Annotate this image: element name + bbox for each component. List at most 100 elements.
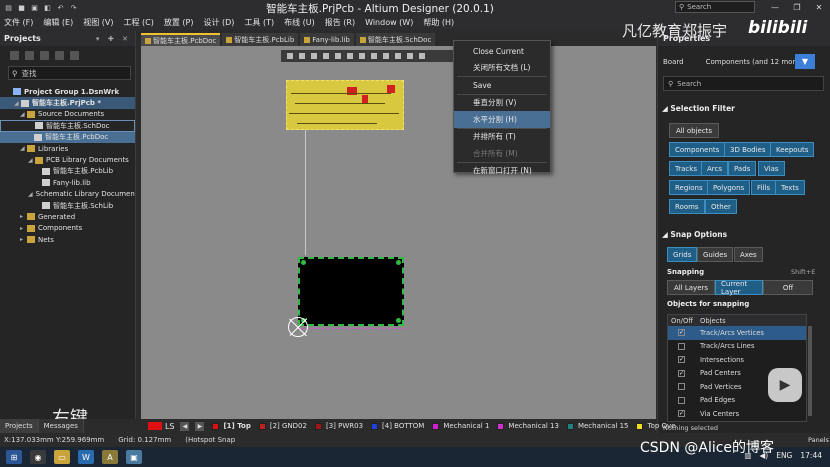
app-icon[interactable]: ▣ — [126, 450, 142, 464]
table-row[interactable]: ✓ Track/Arcs Vertices — [668, 326, 806, 340]
place-component-icon[interactable] — [335, 53, 341, 59]
tree-item[interactable]: ▸ Components — [0, 223, 135, 234]
place-text-icon[interactable] — [395, 53, 401, 59]
collapse-arrow-icon[interactable]: ◢ — [28, 191, 33, 198]
section-selection-filter[interactable]: ◢ Selection Filter — [662, 104, 735, 113]
input-language[interactable]: ENG — [776, 451, 792, 460]
filter-polygons[interactable]: Polygons — [707, 180, 751, 195]
tree-item[interactable]: 智能车主板.PcbDoc — [0, 131, 135, 143]
layer-tab-mechanical-1[interactable]: Mechanical 1 — [432, 422, 489, 430]
board-outline[interactable] — [298, 257, 404, 326]
maximize-icon[interactable]: ❐ — [786, 0, 808, 15]
open-project-icon[interactable] — [40, 50, 49, 60]
tree-item[interactable]: ◢ Schematic Library Documents — [0, 189, 135, 200]
menu-item-split-vertical[interactable]: 垂直分割 (V) — [454, 95, 550, 112]
pcb-canvas[interactable] — [141, 46, 656, 419]
layer-tab-mechanical-13[interactable]: Mechanical 13 — [497, 422, 559, 430]
menu-item-split-horizontal[interactable]: 水平分割 (H) — [454, 111, 550, 128]
menu-design[interactable]: 设计 (D) — [203, 17, 234, 28]
snap-guides-toggle[interactable]: Guides — [697, 247, 734, 262]
table-row[interactable]: ✓ Via Centers — [668, 407, 806, 421]
panels-button[interactable]: Panels — [808, 436, 829, 444]
filter-icon[interactable] — [287, 53, 293, 59]
table-scrollbar[interactable] — [808, 326, 812, 416]
close-project-icon[interactable] — [55, 50, 64, 60]
move-icon[interactable] — [299, 53, 305, 59]
tree-item[interactable]: ◢ PCB Library Documents — [0, 154, 135, 165]
layer-tab-bottom[interactable]: [4] BOTTOM — [371, 422, 424, 430]
properties-search-input[interactable]: ⚲ Search — [663, 76, 824, 91]
tree-item[interactable]: Project Group 1.DsnWrk — [0, 86, 135, 97]
altium-icon[interactable]: A — [102, 450, 118, 464]
layer-set-selector[interactable]: LS ◀ ▶ — [147, 421, 205, 431]
menu-item-save[interactable]: Save — [454, 77, 550, 94]
tree-item[interactable]: 智能车主板.SchDoc — [0, 120, 135, 132]
filter-pads[interactable]: Pads — [728, 161, 757, 176]
chrome-icon[interactable]: ◉ — [30, 450, 46, 464]
layer-tab-mechanical-15[interactable]: Mechanical 15 — [566, 422, 628, 430]
checkbox-unchecked[interactable] — [678, 396, 685, 404]
filter-3d-bodies[interactable]: 3D Bodies — [724, 142, 772, 157]
minimize-icon[interactable]: — — [764, 0, 786, 15]
board-value[interactable]: Components (and 12 more) — [706, 58, 803, 66]
menu-item-close-current[interactable]: Close Current — [454, 43, 550, 60]
menu-item-open-new-window[interactable]: 在新窗口打开 (N) — [454, 163, 550, 180]
settings-icon[interactable] — [70, 50, 79, 60]
copy-project-icon[interactable] — [25, 50, 34, 60]
filter-components[interactable]: Components — [669, 142, 726, 157]
word-icon[interactable]: W — [78, 450, 94, 464]
layer-tab-gnd02[interactable]: [2] GND02 — [258, 422, 307, 430]
collapse-arrow-icon[interactable]: ◢ — [20, 145, 27, 152]
menu-window[interactable]: Window (W) — [365, 18, 413, 27]
menu-place[interactable]: 放置 (P) — [164, 17, 194, 28]
filter-button[interactable]: ▼ — [795, 54, 815, 69]
panel-controls-icon[interactable]: ▾ ✚ ✕ — [96, 35, 131, 43]
collapse-arrow-icon[interactable]: ◢ — [28, 157, 35, 164]
layer-tab-top[interactable]: [1] Top — [212, 422, 251, 430]
snap-current-layer[interactable]: Current Layer — [715, 280, 763, 296]
filter-rooms[interactable]: Rooms — [669, 199, 705, 214]
table-row[interactable]: Track/Arcs Lines — [668, 340, 806, 354]
snap-off[interactable]: Off — [763, 280, 813, 295]
filter-texts[interactable]: Texts — [775, 180, 805, 195]
menu-tools[interactable]: 工具 (T) — [244, 17, 274, 28]
video-play-icon[interactable]: ▶ — [768, 368, 802, 402]
tab-pcbdoc[interactable]: 智能车主板.PcbDoc — [141, 33, 221, 46]
chevron-right-icon[interactable]: ▶ — [195, 421, 205, 431]
close-icon[interactable]: ✕ — [808, 0, 830, 15]
checkbox-checked[interactable]: ✓ — [678, 410, 685, 418]
menu-project[interactable]: 工程 (C) — [124, 17, 154, 28]
menu-route[interactable]: 布线 (U) — [284, 17, 315, 28]
checkbox-checked[interactable]: ✓ — [678, 356, 685, 364]
collapse-arrow-icon[interactable]: ◢ — [14, 100, 21, 107]
expand-arrow-icon[interactable]: ▸ — [20, 236, 27, 243]
filter-keepouts[interactable]: Keepouts — [770, 142, 815, 157]
windows-start-icon[interactable]: ⊞ — [6, 450, 22, 464]
tree-item[interactable]: 智能车主板.SchLib — [0, 200, 135, 211]
interactive-routing-icon[interactable] — [359, 53, 365, 59]
section-snap-options[interactable]: ◢ Snap Options — [662, 230, 727, 239]
filter-arcs[interactable]: Arcs — [701, 161, 729, 176]
snap-grids-toggle[interactable]: Grids — [667, 247, 698, 262]
menu-item-tile-all[interactable]: 并排所有 (T) — [454, 129, 550, 146]
global-search-input[interactable]: ⚲ Search — [675, 1, 755, 13]
checkbox-unchecked[interactable] — [678, 342, 685, 350]
menu-edit[interactable]: 编辑 (E) — [43, 17, 73, 28]
expand-arrow-icon[interactable]: ▸ — [20, 225, 27, 232]
expand-arrow-icon[interactable]: ▸ — [20, 213, 27, 220]
route-icon[interactable] — [347, 53, 353, 59]
place-fill-icon[interactable] — [383, 53, 389, 59]
table-row[interactable]: ✓ Intersections — [668, 353, 806, 367]
menu-item-close-all[interactable]: 关闭所有文档 (L) — [454, 60, 550, 77]
snap-all-layers[interactable]: All Layers — [667, 280, 715, 295]
menu-help[interactable]: 帮助 (H) — [423, 17, 454, 28]
layer-tab-pwr03[interactable]: [3] PWR03 — [314, 422, 363, 430]
checkbox-unchecked[interactable] — [678, 383, 685, 391]
clock[interactable]: 17:44 — [800, 451, 822, 460]
save-project-icon[interactable] — [10, 50, 19, 60]
collapse-arrow-icon[interactable]: ◢ — [20, 111, 27, 118]
menu-reports[interactable]: 报告 (R) — [325, 17, 355, 28]
place-via-icon[interactable] — [371, 53, 377, 59]
tree-item[interactable]: ◢ Libraries — [0, 143, 135, 154]
tab-pcblib[interactable]: 智能车主板.PcbLib — [222, 33, 299, 46]
